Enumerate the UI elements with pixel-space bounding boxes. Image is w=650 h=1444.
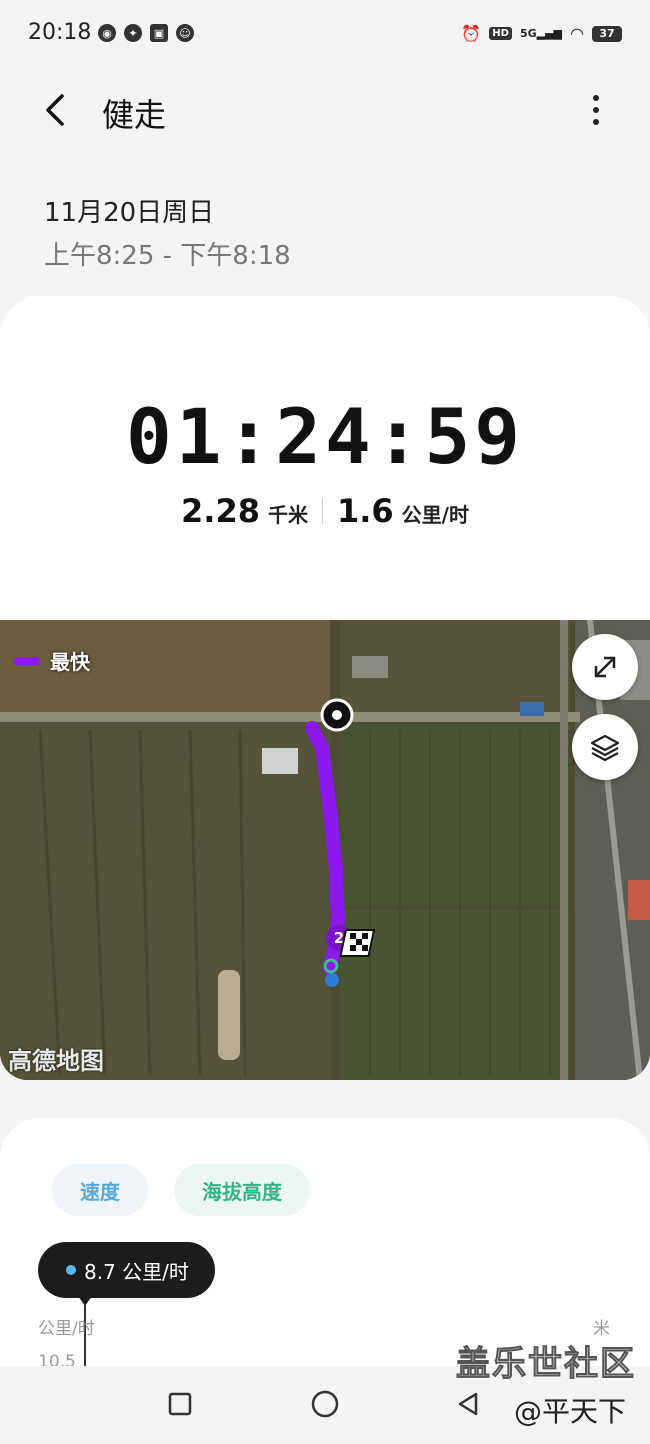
page-title: 健走 <box>102 96 167 134</box>
expand-map-button[interactable] <box>572 634 638 700</box>
route-map[interactable]: 2 最快 高德地图 <box>0 620 650 1080</box>
more-options-button[interactable] <box>586 92 606 128</box>
community-watermark: 盖乐世社区 <box>456 1344 636 1385</box>
satellite-imagery: 2 <box>0 620 650 1080</box>
app-header: 健走 <box>0 80 650 140</box>
back-arrow-icon <box>46 94 64 126</box>
map-layers-button[interactable] <box>572 714 638 780</box>
signal-icon: 5G▂▄▆ <box>519 27 563 40</box>
wechat-icon: ◉ <box>98 24 116 42</box>
compass-icon: ✦ <box>124 24 142 42</box>
alarm-icon: ⏰ <box>461 24 482 43</box>
map-provider-logo: 高德地图 <box>8 1047 104 1075</box>
legend-label: 最快 <box>50 650 90 674</box>
user-watermark: @平天下 <box>514 1395 627 1428</box>
system-icons: ⏰ HD 5G▂▄▆ ◠ 37 <box>461 24 622 43</box>
tab-speed[interactable]: 速度 <box>52 1164 148 1216</box>
qq-icon: ☺ <box>176 24 194 42</box>
tooltip-dot <box>66 1265 76 1275</box>
recents-icon <box>168 1392 192 1416</box>
y-axis-unit-left: 公里/时 <box>38 1319 95 1339</box>
back-nav-button[interactable] <box>448 1384 488 1424</box>
tooltip-value: 8.7 公里/时 <box>84 1259 189 1284</box>
stat-divider <box>321 498 323 524</box>
stats-row: 2.28 千米 1.6 公里/时 <box>0 492 650 530</box>
summary-card: 01:24:59 2.28 千米 1.6 公里/时 <box>0 296 650 636</box>
notification-icons: ◉ ✦ ▣ ☺ <box>98 24 194 42</box>
recents-button[interactable] <box>160 1384 200 1424</box>
expand-icon <box>594 656 616 678</box>
session-date-block: 11月20日周日 上午8:25 - 下午8:18 <box>44 192 291 272</box>
app-icon: ▣ <box>150 24 168 42</box>
home-icon <box>311 1390 339 1418</box>
speed-unit: 公里/时 <box>401 503 469 527</box>
distance-unit: 千米 <box>267 503 308 527</box>
fastest-swatch <box>14 656 40 665</box>
session-time-range: 上午8:25 - 下午8:18 <box>44 241 291 271</box>
status-time: 20:18 <box>28 20 92 45</box>
home-button[interactable] <box>305 1384 345 1424</box>
distance-value: 2.28 <box>181 492 260 530</box>
layers-icon <box>590 734 620 762</box>
hd-icon: HD <box>489 27 512 40</box>
back-triangle-icon <box>458 1392 478 1416</box>
status-bar: 20:18 ◉ ✦ ▣ ☺ ⏰ HD 5G▂▄▆ ◠ 37 <box>0 0 650 72</box>
workout-duration: 01:24:59 <box>125 392 525 481</box>
session-date: 11月20日周日 <box>44 198 215 228</box>
map-legend: 最快 <box>14 646 90 675</box>
chart-tooltip: 8.7 公里/时 <box>38 1242 215 1298</box>
back-button[interactable] <box>36 88 76 132</box>
battery-icon: 37 <box>592 25 622 42</box>
tab-altitude[interactable]: 海拔高度 <box>174 1164 310 1216</box>
wifi-icon: ◠ <box>570 24 584 43</box>
speed-value: 1.6 <box>336 492 394 530</box>
